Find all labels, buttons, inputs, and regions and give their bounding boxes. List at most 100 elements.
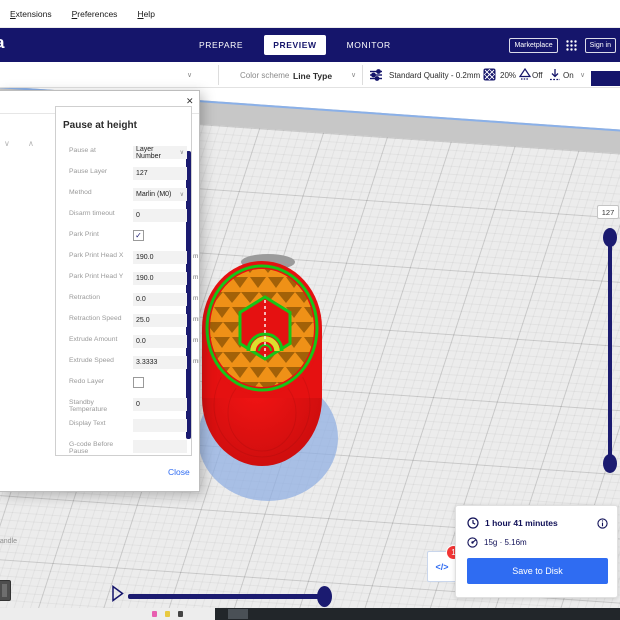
adhesion-value: On (563, 71, 574, 80)
setting-value: 0 (136, 401, 140, 408)
setting-input[interactable]: 127 (133, 167, 187, 180)
taskbar-icon[interactable] (165, 611, 170, 617)
setting-value: 0.0 (136, 296, 146, 303)
chevron-down-icon: ∨ (179, 150, 184, 156)
play-button-icon[interactable] (111, 585, 125, 602)
print-settings-chevron-icon[interactable]: ∨ (580, 71, 585, 79)
setting-label: Method (69, 189, 92, 196)
setting-label: Park Print Head X (69, 252, 124, 259)
tab-prepare[interactable]: PREPARE (190, 35, 252, 55)
setting-label: Pause at (69, 147, 96, 154)
setting-label: Extrude Amount (69, 336, 118, 343)
layer-slider-upper-handle[interactable] (603, 228, 617, 247)
setting-value: 190.0 (136, 275, 154, 282)
info-icon[interactable] (597, 518, 608, 529)
profile-value[interactable]: Standard Quality - 0.2mm (389, 71, 480, 80)
taskbar-icon[interactable] (178, 611, 183, 617)
setting-label: Retraction Speed (69, 315, 122, 322)
cura-logo: a (0, 33, 4, 53)
setting-label: Redo Layer (69, 378, 105, 385)
adhesion-icon (550, 69, 560, 81)
stage-tabs: PREPARE PREVIEW MONITOR (190, 28, 400, 62)
setting-unit: mm (193, 358, 199, 365)
taskbar-segment (228, 609, 248, 619)
setting-label: Extrude Speed (69, 357, 114, 364)
main-navbar: a PREPARE PREVIEW MONITOR Marketplace Si… (0, 28, 620, 62)
layer-slider-lower-handle[interactable] (603, 454, 617, 473)
setting-label: Standby Temperature (69, 399, 108, 413)
setting-unit: m (193, 253, 199, 260)
corner-tool-icon[interactable] (0, 580, 11, 601)
script-move-down-icon[interactable]: ∨ (4, 139, 10, 148)
toolbar-divider (218, 65, 219, 85)
setting-input[interactable]: 0.0 (133, 335, 187, 348)
setting-value: 0 (136, 212, 140, 219)
buildplate-text: handle (0, 538, 18, 545)
setting-value: 3.3333 (136, 359, 158, 366)
setting-input[interactable]: 0 (133, 209, 187, 222)
setting-dropdown[interactable]: Marlin (M0) ∨ (133, 188, 187, 201)
setting-input[interactable] (133, 440, 187, 453)
apps-grid-icon[interactable] (565, 39, 578, 52)
view-dropdown-chevron-icon[interactable]: ∨ (187, 71, 192, 79)
setting-checkbox-checked[interactable]: ✓ (133, 230, 144, 241)
post-processing-dialog: ✕ ∨ ∧ ✕ Pause at height Pause at Layer N… (0, 90, 200, 492)
setting-value: 127 (136, 170, 148, 177)
script-move-up-icon[interactable]: ∧ (28, 139, 34, 148)
print-settings-sliders-icon[interactable] (369, 68, 383, 82)
playback-slider-handle[interactable] (317, 586, 332, 607)
setting-value: Layer Number (136, 145, 161, 160)
dialog-close-link[interactable]: Close (168, 467, 190, 477)
taskbar-icon[interactable] (152, 611, 157, 617)
dialog-title: Pause at height (63, 120, 137, 131)
print-time-estimate: 1 hour 41 minutes (485, 518, 558, 528)
print-job-panel: 1 hour 41 minutes 15g · 5.16m Save to Di… (455, 505, 618, 598)
setting-unit: m (193, 274, 199, 281)
menu-extensions[interactable]: Extensions (10, 9, 52, 19)
infill-value: 20% (500, 71, 517, 80)
setting-label: Park Print Head Y (69, 273, 124, 280)
setting-label: Retraction (69, 294, 100, 301)
setting-input[interactable]: 0 (133, 398, 187, 411)
setting-input[interactable]: 25.0 (133, 314, 187, 327)
toolbar-divider (362, 65, 363, 85)
setting-label: Disarm timeout (69, 210, 115, 217)
material-spool-icon (467, 537, 478, 548)
layer-slider-value: 127 (597, 205, 619, 219)
setting-label: G-code Before Pause (69, 441, 114, 455)
tab-preview[interactable]: PREVIEW (264, 35, 326, 55)
setting-input[interactable] (133, 419, 187, 432)
setting-value: 25.0 (136, 317, 150, 324)
setting-input[interactable]: 0.0 (133, 293, 187, 306)
clock-icon (467, 517, 479, 529)
model-preview[interactable] (195, 245, 345, 515)
setting-dropdown[interactable]: Layer Number ∨ (133, 145, 187, 160)
setting-input[interactable]: 190.0 (133, 251, 187, 264)
support-value: Off (532, 71, 543, 80)
setting-unit: m (193, 337, 199, 344)
save-to-disk-button[interactable]: Save to Disk (467, 558, 608, 584)
code-icon: </> (435, 561, 449, 572)
layer-slider-track[interactable] (608, 233, 612, 468)
setting-label: Display Text (69, 420, 106, 427)
navbar-right-group: Marketplace Sign in (509, 28, 616, 62)
tab-monitor[interactable]: MONITOR (338, 35, 400, 55)
chevron-down-icon: ∨ (179, 192, 184, 198)
preview-toolbar: ∨ Color scheme Line Type ∨ Standard Qual… (0, 62, 620, 88)
setting-input[interactable]: 190.0 (133, 272, 187, 285)
menu-help[interactable]: Help (137, 9, 154, 19)
taskbar-dark-section (215, 608, 620, 620)
marketplace-button[interactable]: Marketplace (509, 37, 558, 53)
playback-slider-track[interactable] (128, 594, 325, 599)
setting-value: 0.0 (136, 338, 146, 345)
color-scheme-value[interactable]: Line Type (293, 71, 332, 81)
bottom-strip (0, 608, 620, 620)
support-icon (519, 68, 531, 80)
menu-bar: Extensions Preferences Help (0, 0, 620, 28)
panel-fragment (591, 71, 620, 86)
menu-preferences[interactable]: Preferences (72, 9, 118, 19)
setting-input[interactable]: 3.3333 (133, 356, 187, 369)
color-scheme-chevron-icon[interactable]: ∨ (351, 71, 356, 79)
setting-checkbox-unchecked[interactable] (133, 377, 144, 388)
sign-in-button[interactable]: Sign in (584, 37, 616, 53)
